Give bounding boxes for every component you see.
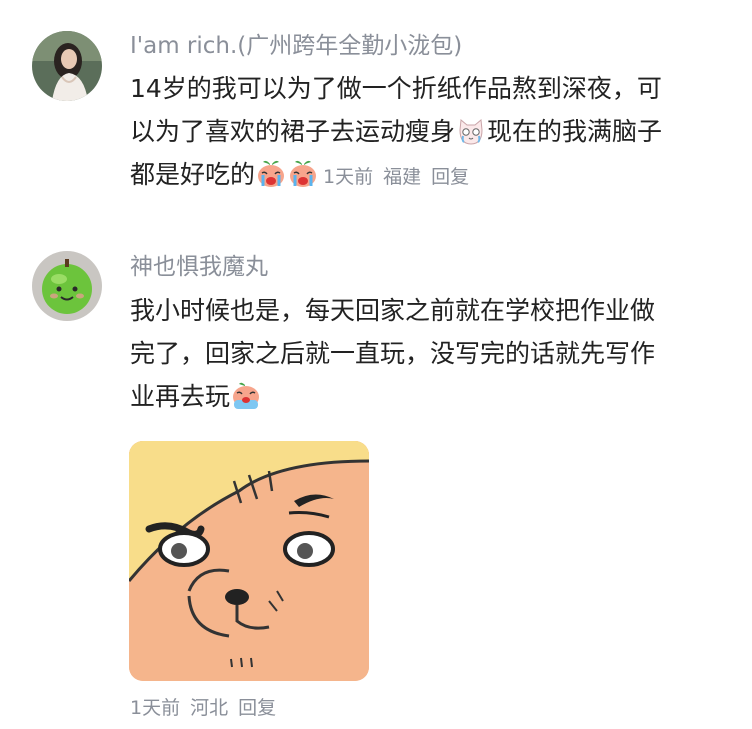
comment-line: 业再去玩: [130, 375, 730, 418]
reply-button[interactable]: 回复: [431, 166, 469, 188]
comment-location: 河北: [190, 697, 229, 719]
comment-line: 我小时候也是，每天回家之前就在学校把作业做: [130, 296, 656, 325]
comment-meta: 1天前 福建 回复: [323, 166, 479, 188]
crying-face-emoji: [231, 381, 261, 424]
comment-meta: 1天前 河北 回复: [130, 694, 286, 722]
comment-line: 14岁的我可以为了做一个折纸作品熬到深夜，可: [130, 74, 662, 103]
comment-text: 我小时候也是，每天回家之前就在学校把作业做 完了，回家之后就一直玩，没写完的话就…: [130, 289, 730, 418]
crying-peach-emoji: [256, 159, 286, 202]
comment-line: 以为了喜欢的裙子去运动瘦身 现在的我满脑子: [130, 110, 730, 153]
crying-peach-emoji: [288, 159, 318, 202]
username[interactable]: I'am rich.(广州跨年全勤小泷包): [130, 31, 462, 61]
comment-text: 14岁的我可以为了做一个折纸作品熬到深夜，可 以为了喜欢的裙子去运动瘦身 现在的我…: [130, 67, 730, 196]
user-avatar[interactable]: [32, 31, 102, 101]
comment-line-part: 都是好吃的: [130, 160, 256, 189]
comment-time: 1天前: [130, 697, 181, 719]
user-avatar[interactable]: [32, 251, 102, 321]
comment-line-part: 业再去玩: [130, 382, 231, 411]
comment-line: 都是好吃的 1天前 福建 回复: [130, 153, 730, 196]
username[interactable]: 神也惧我魔丸: [130, 252, 268, 282]
sad-dog-sticker[interactable]: [129, 441, 369, 681]
reply-button[interactable]: 回复: [238, 697, 276, 719]
comment-line: 完了，回家之后就一直玩，没写完的话就先写作: [130, 339, 656, 368]
comment-location: 福建: [383, 166, 422, 188]
comment-line-part: 以为了喜欢的裙子去运动瘦身: [130, 117, 456, 146]
comment-time: 1天前: [323, 166, 374, 188]
comment-line-part: 现在的我满脑子: [487, 117, 663, 146]
